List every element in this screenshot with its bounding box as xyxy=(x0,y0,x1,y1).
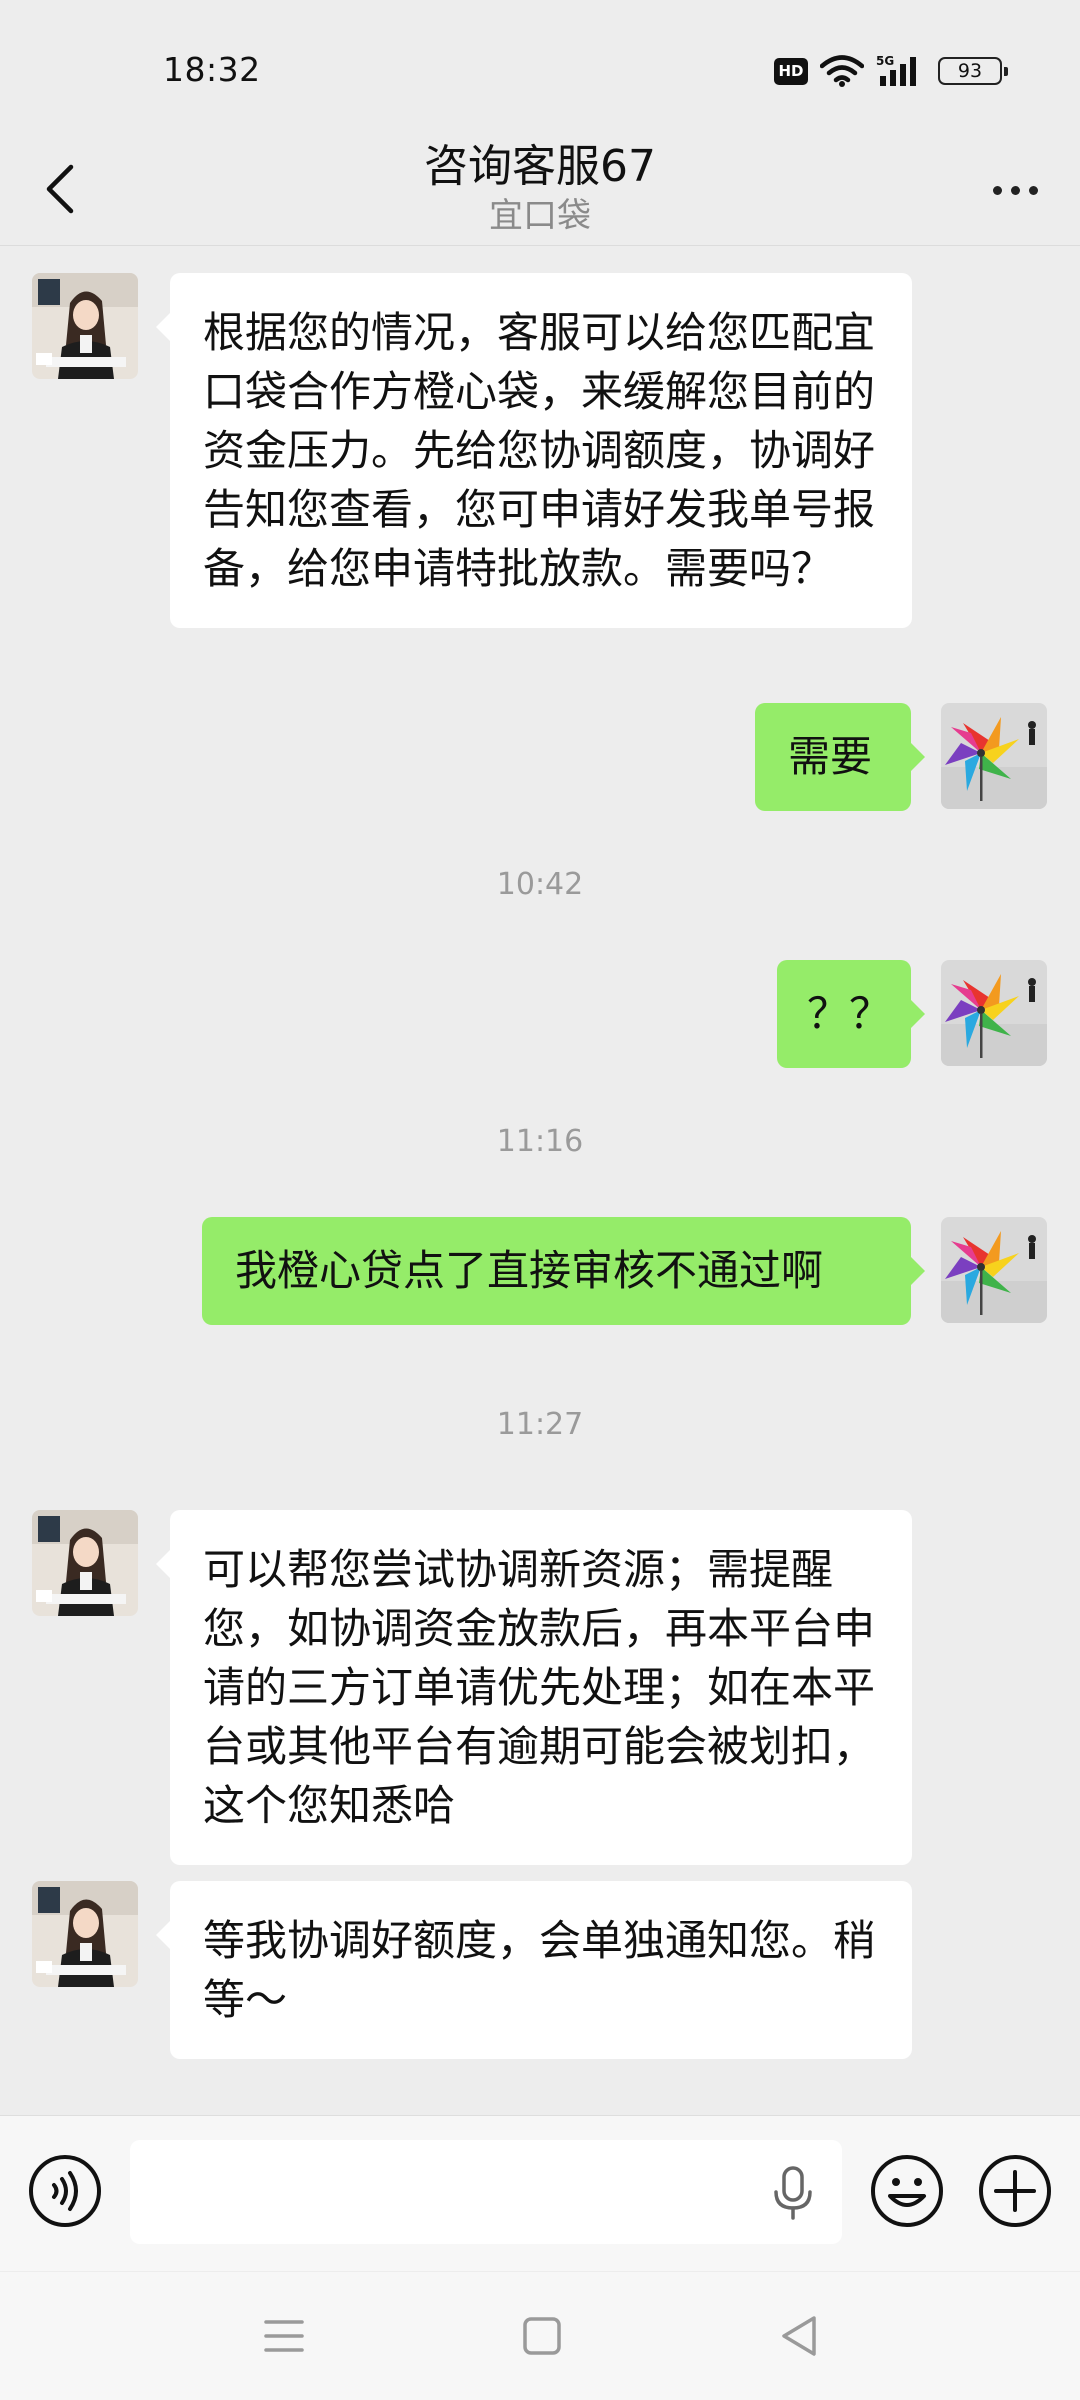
message-bubble-outgoing[interactable]: 我橙心贷点了直接审核不通过啊 xyxy=(202,1217,925,1325)
more-options-button[interactable] xyxy=(980,170,1050,210)
agent-avatar[interactable] xyxy=(32,1510,138,1616)
system-nav-bar xyxy=(0,2272,1080,2400)
mic-icon xyxy=(774,2166,812,2220)
wifi-icon xyxy=(820,55,864,87)
home-button[interactable] xyxy=(522,2316,562,2356)
more-dots-icon xyxy=(992,185,1002,195)
hd-icon: HD xyxy=(774,57,808,85)
message-text: 需要 xyxy=(788,732,873,781)
user-avatar[interactable] xyxy=(941,960,1047,1066)
status-icons: HD 5G 93 xyxy=(774,54,1008,88)
chat-subtitle: 宜口袋 xyxy=(489,196,591,236)
svg-text:5G: 5G xyxy=(876,54,894,68)
message-bubble-incoming[interactable]: 等我协调好额度，会单独通知您。稍等～ xyxy=(156,1881,912,2059)
message-row: 可以帮您尝试协调新资源；需提醒您，如协调资金放款后，再本平台申请的三方订单请优先… xyxy=(0,1510,1080,1865)
timestamp: 11:16 xyxy=(496,1124,584,1159)
message-bubble-outgoing[interactable]: 需要 xyxy=(755,703,925,811)
voice-icon xyxy=(29,2155,101,2227)
chat-message-list[interactable]: 根据您的情况，客服可以给您匹配宜口袋合作方橙心袋，来缓解您目前的资金压力。先给您… xyxy=(0,247,1080,2115)
menu-icon xyxy=(264,2320,304,2352)
message-bubble-outgoing[interactable]: ？？ xyxy=(777,960,925,1068)
message-text: 可以帮您尝试协调新资源；需提醒您，如协调资金放款后，再本平台申请的三方订单请优先… xyxy=(203,1545,876,1830)
chat-header: 咨询客服67 宜口袋 xyxy=(0,130,1080,246)
status-bar: 18:32 HD 5G 93 xyxy=(0,0,1080,130)
message-bubble-incoming[interactable]: 可以帮您尝试协调新资源；需提醒您，如协调资金放款后，再本平台申请的三方订单请优先… xyxy=(156,1510,912,1865)
user-avatar[interactable] xyxy=(941,703,1047,809)
emoji-button[interactable] xyxy=(868,2152,946,2230)
timestamp: 10:42 xyxy=(496,867,584,902)
message-row: ？？ xyxy=(0,960,1080,1070)
system-back-button[interactable] xyxy=(778,2314,820,2358)
message-input[interactable] xyxy=(130,2140,842,2244)
message-row: 需要 xyxy=(0,703,1080,813)
timestamp: 11:27 xyxy=(496,1407,584,1442)
signal-5g-icon: 5G xyxy=(876,54,916,86)
recent-apps-button[interactable] xyxy=(262,2316,306,2356)
message-text: 等我协调好额度，会单独通知您。稍等～ xyxy=(203,1916,876,2024)
message-row: 等我协调好额度，会单独通知您。稍等～ xyxy=(0,1881,1080,2059)
voice-button[interactable] xyxy=(26,2152,104,2230)
message-text: 我橙心贷点了直接审核不通过啊 xyxy=(235,1246,824,1295)
status-time: 18:32 xyxy=(163,50,261,89)
plus-icon xyxy=(979,2155,1051,2227)
agent-avatar[interactable] xyxy=(32,1881,138,1987)
message-text: 根据您的情况，客服可以给您匹配宜口袋合作方橙心袋，来缓解您目前的资金压力。先给您… xyxy=(203,308,876,593)
battery-icon: 93 xyxy=(938,57,1008,85)
more-functions-button[interactable] xyxy=(976,2152,1054,2230)
user-avatar[interactable] xyxy=(941,1217,1047,1323)
message-row: 我橙心贷点了直接审核不通过啊 xyxy=(0,1217,1080,1327)
chat-title: 咨询客服67 xyxy=(424,141,656,192)
agent-avatar[interactable] xyxy=(32,273,138,379)
message-row: 根据您的情况，客服可以给您匹配宜口袋合作方橙心袋，来缓解您目前的资金压力。先给您… xyxy=(0,273,1080,673)
mic-button[interactable] xyxy=(768,2166,818,2220)
message-text: ？？ xyxy=(807,989,892,1038)
back-triangle-icon xyxy=(782,2316,816,2356)
message-bubble-incoming[interactable]: 根据您的情况，客服可以给您匹配宜口袋合作方橙心袋，来缓解您目前的资金压力。先给您… xyxy=(156,273,912,628)
emoji-icon xyxy=(871,2155,943,2227)
input-bar xyxy=(0,2115,1080,2271)
home-icon xyxy=(523,2317,561,2355)
